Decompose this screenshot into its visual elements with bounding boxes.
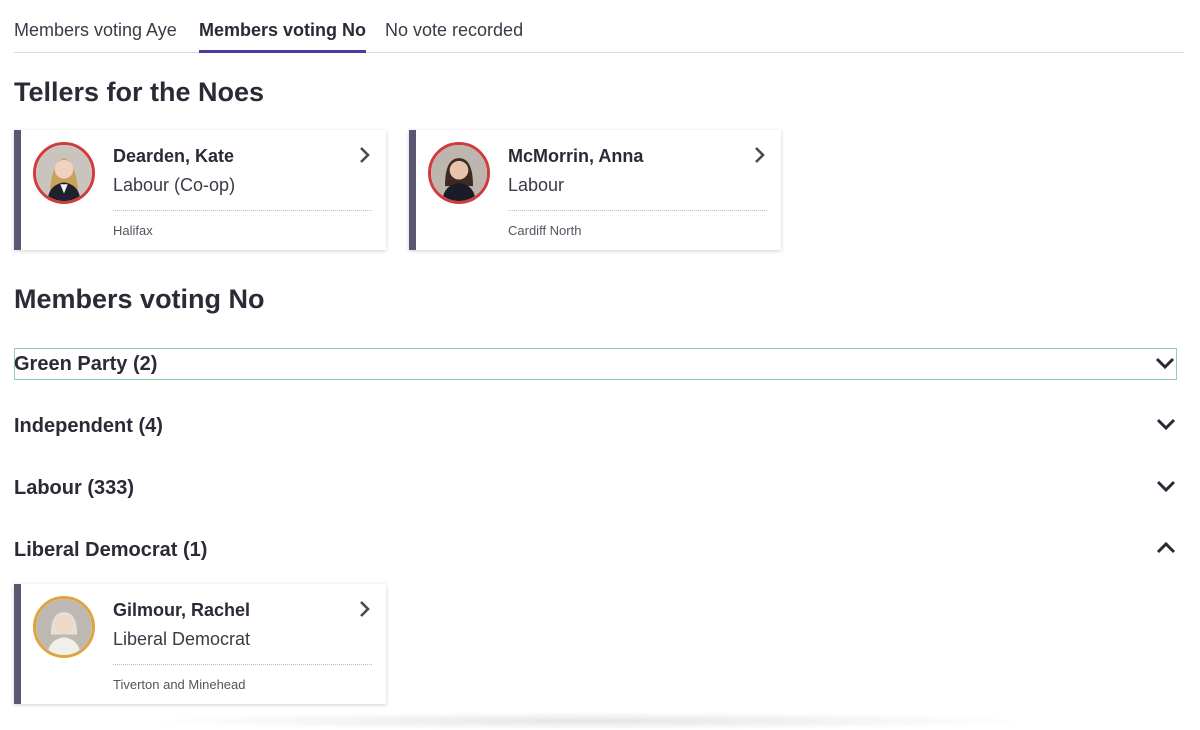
chevron-up-icon (1156, 541, 1176, 554)
tab-members-voting-aye[interactable]: Members voting Aye (14, 20, 177, 50)
avatar (33, 142, 95, 204)
party-toggle-labour[interactable]: Labour (333) (14, 472, 1177, 504)
avatar (33, 596, 95, 658)
chevron-down-icon (1156, 418, 1176, 431)
party-label: Green Party (2) (14, 353, 158, 375)
member-card-dearden[interactable]: Dearden, Kate Labour (Co-op) Halifax (14, 130, 386, 250)
tab-no-vote-recorded[interactable]: No vote recorded (385, 20, 523, 50)
portrait-icon (36, 599, 92, 655)
party-label: Independent (4) (14, 415, 163, 437)
portrait-icon (36, 145, 92, 201)
member-constituency: Tiverton and Minehead (113, 677, 246, 692)
chevron-down-icon (1155, 357, 1175, 370)
party-toggle-green-party[interactable]: Green Party (2) (14, 348, 1177, 380)
card-accent-bar (14, 584, 21, 704)
tellers-title: Tellers for the Noes (14, 77, 265, 107)
member-party: Labour (508, 175, 565, 195)
members-voting-no-title: Members voting No (14, 284, 265, 314)
member-name: Dearden, Kate (113, 146, 235, 166)
tab-members-voting-no[interactable]: Members voting No (199, 20, 367, 53)
card-accent-bar (14, 130, 21, 250)
card-divider (508, 210, 767, 211)
member-name: Gilmour, Rachel (113, 600, 251, 620)
vote-tabs: Members voting Aye Members voting No No … (14, 0, 1184, 53)
portrait-icon (431, 145, 487, 201)
card-divider (113, 210, 372, 211)
member-party: Labour (Co-op) (113, 175, 236, 195)
member-card-gilmour[interactable]: Gilmour, Rachel Liberal Democrat Tiverto… (14, 584, 386, 704)
chevron-right-icon (755, 147, 765, 163)
bottom-shadow (140, 712, 1040, 730)
card-divider (113, 664, 372, 665)
chevron-down-icon (1156, 480, 1176, 493)
member-party: Liberal Democrat (113, 629, 251, 649)
card-accent-bar (409, 130, 416, 250)
party-label: Labour (333) (14, 477, 135, 499)
chevron-right-icon (360, 601, 370, 617)
member-card-mcmorrin[interactable]: McMorrin, Anna Labour Cardiff North (409, 130, 781, 250)
party-toggle-independent[interactable]: Independent (4) (14, 410, 1177, 442)
member-name: McMorrin, Anna (508, 146, 644, 166)
party-toggle-liberal-democrat[interactable]: Liberal Democrat (1) (14, 534, 1177, 566)
chevron-right-icon (360, 147, 370, 163)
avatar (428, 142, 490, 204)
member-constituency: Cardiff North (508, 223, 582, 238)
party-label: Liberal Democrat (1) (14, 539, 208, 561)
member-constituency: Halifax (113, 223, 153, 238)
